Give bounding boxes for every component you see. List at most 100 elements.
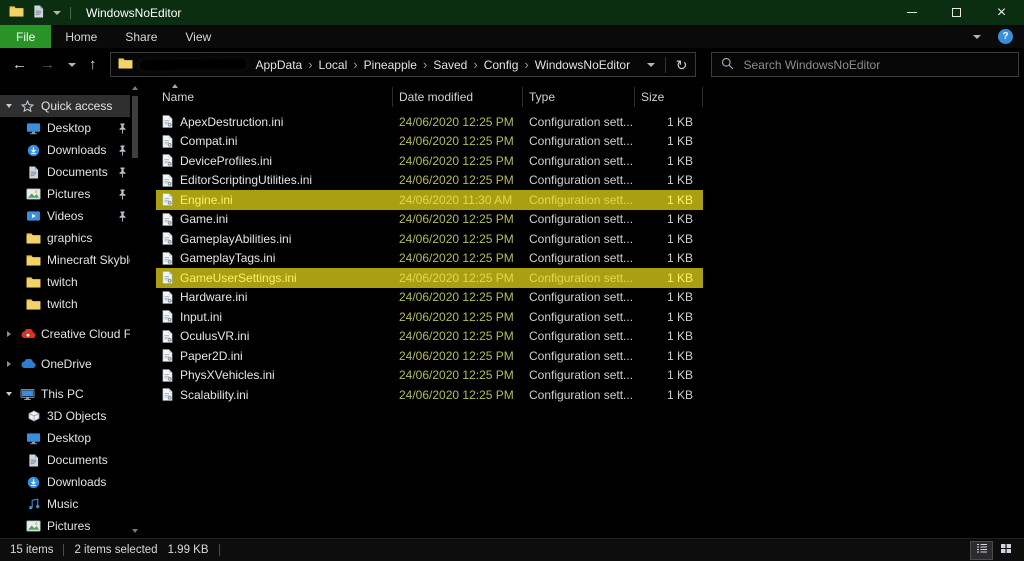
file-name: GameplayTags.ini <box>180 251 275 265</box>
chevron-right-icon[interactable] <box>4 331 14 337</box>
scrollbar-thumb[interactable] <box>132 96 138 158</box>
file-row[interactable]: GameUserSettings.ini24/06/2020 12:25 PMC… <box>156 268 703 288</box>
file-row[interactable]: DeviceProfiles.ini24/06/2020 12:25 PMCon… <box>156 151 703 171</box>
column-header-size[interactable]: Size <box>635 87 703 107</box>
desktop-icon <box>25 122 42 135</box>
refresh-icon[interactable]: ↻ <box>676 58 688 72</box>
sidebar-item-graphics[interactable]: graphics <box>0 227 130 249</box>
file-row[interactable]: Game.ini24/06/2020 12:25 PMConfiguration… <box>156 210 703 230</box>
file-type: Configuration sett... <box>523 232 635 246</box>
breadcrumb: AppData›Local›Pineapple›Saved›Config›Win… <box>254 57 633 72</box>
sidebar-item-3d-objects[interactable]: 3D Objects <box>0 405 130 427</box>
file-row[interactable]: OculusVR.ini24/06/2020 12:25 PMConfigura… <box>156 327 703 347</box>
sidebar-item-downloads[interactable]: Downloads <box>0 471 130 493</box>
sidebar-item-pictures[interactable]: Pictures <box>0 515 130 537</box>
videos-icon <box>25 210 42 222</box>
scroll-up-icon[interactable] <box>132 86 138 90</box>
ribbon-tab-file[interactable]: File <box>0 25 51 48</box>
thumbnails-view-button[interactable] <box>995 542 1016 559</box>
sidebar-item-twitch[interactable]: twitch <box>0 293 130 315</box>
explorer-window: WindowsNoEditor × FileHomeShareView ? ← … <box>0 0 1024 561</box>
ribbon-tab-view[interactable]: View <box>171 25 225 48</box>
redacted-path-scribble <box>136 56 248 73</box>
file-type: Configuration sett... <box>523 193 635 207</box>
file-row[interactable]: Scalability.ini24/06/2020 12:25 PMConfig… <box>156 385 703 405</box>
file-type: Configuration sett... <box>523 310 635 324</box>
ribbon-collapse-icon[interactable] <box>973 35 981 39</box>
column-headers: Name Date modified Type Size <box>156 83 703 110</box>
recent-locations-caret-icon[interactable] <box>68 63 76 67</box>
address-dropdown-caret-icon[interactable] <box>647 63 655 67</box>
file-row[interactable]: GameplayTags.ini24/06/2020 12:25 PMConfi… <box>156 249 703 269</box>
selection-size: 1.99 KB <box>168 544 209 556</box>
file-row[interactable]: ApexDestruction.ini24/06/2020 12:25 PMCo… <box>156 112 703 132</box>
forward-button[interactable]: → <box>40 57 55 72</box>
back-button[interactable]: ← <box>12 57 27 72</box>
details-view-button[interactable] <box>971 542 992 559</box>
file-name: PhysXVehicles.ini <box>180 368 275 382</box>
file-name-cell: Hardware.ini <box>156 290 393 304</box>
address-bar[interactable]: AppData›Local›Pineapple›Saved›Config›Win… <box>110 52 696 77</box>
file-date-modified: 24/06/2020 12:25 PM <box>393 154 523 168</box>
chevron-down-icon[interactable] <box>4 392 14 396</box>
sidebar-item-minecraft-skyblo[interactable]: Minecraft Skyblo... <box>0 249 130 271</box>
ini-file-icon <box>162 213 173 226</box>
ribbon-tab-home[interactable]: Home <box>51 25 111 48</box>
file-row[interactable]: EditorScriptingUtilities.ini24/06/2020 1… <box>156 171 703 191</box>
search-input[interactable] <box>742 57 1009 73</box>
sidebar-item-quick-access[interactable]: Quick access <box>0 95 130 117</box>
sidebar-item-videos[interactable]: Videos <box>0 205 130 227</box>
sidebar-item-label: 3D Objects <box>47 409 106 423</box>
file-row[interactable]: PhysXVehicles.ini24/06/2020 12:25 PMConf… <box>156 366 703 386</box>
minimize-button[interactable] <box>889 0 934 25</box>
file-row[interactable]: Input.ini24/06/2020 12:25 PMConfiguratio… <box>156 307 703 327</box>
sidebar-item-label: Downloads <box>47 475 106 489</box>
file-date-modified: 24/06/2020 12:25 PM <box>393 212 523 226</box>
file-name: GameUserSettings.ini <box>180 271 297 285</box>
breadcrumb-item-config[interactable]: Config <box>482 58 521 72</box>
ribbon-tab-share[interactable]: Share <box>111 25 171 48</box>
sidebar-item-label: Music <box>47 497 78 511</box>
breadcrumb-item-pineapple[interactable]: Pineapple <box>362 58 419 72</box>
up-button[interactable]: ↑ <box>89 57 97 72</box>
sidebar-item-documents[interactable]: Documents <box>0 449 130 471</box>
chevron-down-icon[interactable] <box>4 104 14 108</box>
sidebar-item-creative-cloud-fil[interactable]: Creative Cloud Fil... <box>0 323 130 345</box>
sidebar-scrollbar[interactable] <box>130 86 139 533</box>
sidebar-item-documents[interactable]: Documents <box>0 161 130 183</box>
file-row[interactable]: Engine.ini24/06/2020 11:30 AMConfigurati… <box>156 190 703 210</box>
sort-ascending-icon <box>172 84 178 88</box>
file-row[interactable]: GameplayAbilities.ini24/06/2020 12:25 PM… <box>156 229 703 249</box>
sidebar-item-desktop[interactable]: Desktop <box>0 427 130 449</box>
file-name: Game.ini <box>180 212 228 226</box>
column-header-name[interactable]: Name <box>156 87 393 107</box>
maximize-button[interactable] <box>934 0 979 25</box>
sidebar-item-pictures[interactable]: Pictures <box>0 183 130 205</box>
pictures-icon <box>25 188 42 200</box>
help-button[interactable]: ? <box>998 29 1013 44</box>
quick-access-toolbar-icon[interactable] <box>33 5 44 21</box>
column-header-type[interactable]: Type <box>523 87 635 107</box>
chevron-right-icon[interactable] <box>4 361 14 367</box>
file-row[interactable]: Compat.ini24/06/2020 12:25 PMConfigurati… <box>156 132 703 152</box>
sidebar-item-onedrive[interactable]: OneDrive <box>0 353 130 375</box>
music-icon <box>25 498 42 510</box>
sidebar-item-twitch[interactable]: twitch <box>0 271 130 293</box>
column-header-date-modified[interactable]: Date modified <box>393 87 523 107</box>
sidebar-item-downloads[interactable]: Downloads <box>0 139 130 161</box>
sidebar-item-desktop[interactable]: Desktop <box>0 117 130 139</box>
file-row[interactable]: Paper2D.ini24/06/2020 12:25 PMConfigurat… <box>156 346 703 366</box>
quick-access-toolbar-caret-icon[interactable] <box>53 11 61 15</box>
breadcrumb-item-local[interactable]: Local <box>317 58 350 72</box>
scroll-down-icon[interactable] <box>132 529 138 533</box>
file-name: OculusVR.ini <box>180 329 249 343</box>
sidebar-item-this-pc[interactable]: This PC <box>0 383 130 405</box>
file-row[interactable]: Hardware.ini24/06/2020 12:25 PMConfigura… <box>156 288 703 308</box>
documents-icon <box>25 166 42 179</box>
close-button[interactable]: × <box>979 0 1024 25</box>
breadcrumb-item-windowsnoeditor[interactable]: WindowsNoEditor <box>533 58 632 72</box>
sidebar-item-music[interactable]: Music <box>0 493 130 515</box>
breadcrumb-item-saved[interactable]: Saved <box>431 58 469 72</box>
breadcrumb-item-appdata[interactable]: AppData <box>254 58 305 72</box>
file-name: Paper2D.ini <box>180 349 243 363</box>
